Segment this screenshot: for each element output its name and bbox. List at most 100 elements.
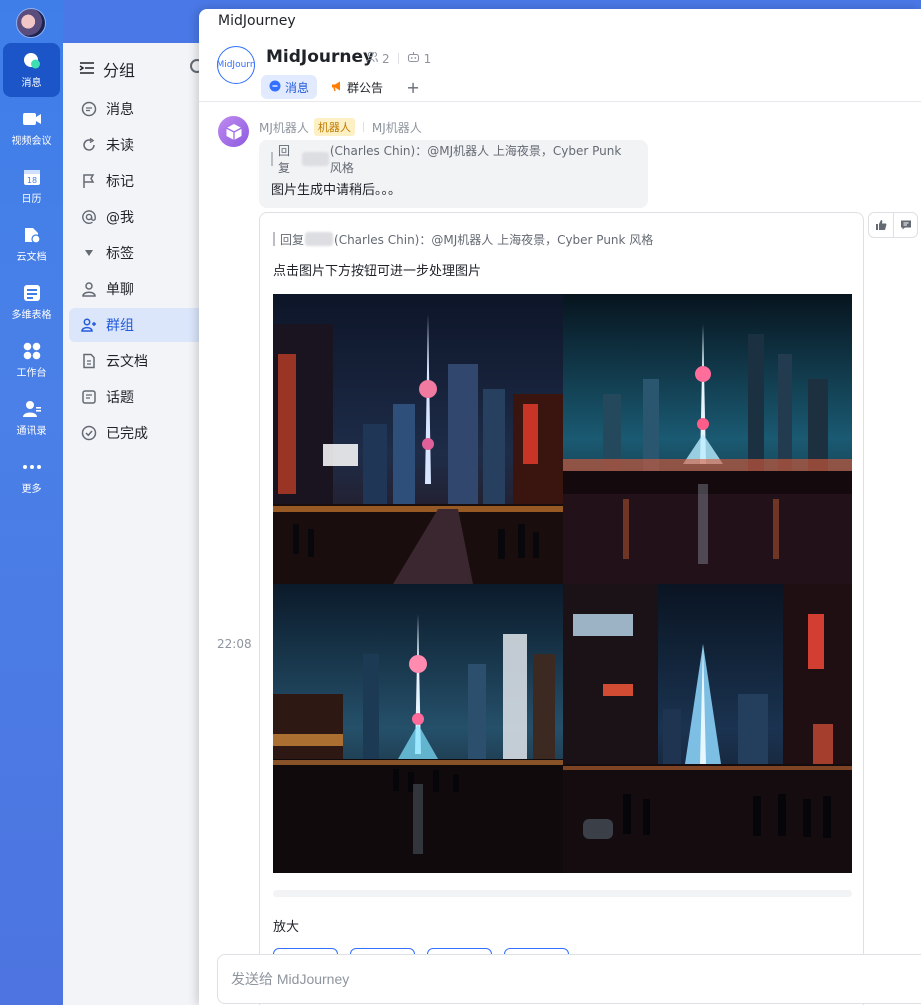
quote-prefix: 回复 <box>280 232 305 247</box>
image-result-card[interactable]: 回复 (Charles Chin)：@MJ机器人 上海夜景，Cyber Punk… <box>259 212 864 1005</box>
rail-item-contacts[interactable]: 通讯录 <box>3 391 60 445</box>
header-divider <box>199 101 921 102</box>
rail-item-calendar[interactable]: 18 日历 <box>3 159 60 213</box>
refresh-icon <box>81 137 97 153</box>
collapse-icon[interactable] <box>79 60 95 79</box>
workspace-icon <box>22 341 42 361</box>
flag-icon <box>81 173 97 189</box>
at-icon <box>81 209 97 225</box>
rail-label: 消息 <box>21 78 42 89</box>
sidebar-item-label: 标签 <box>106 246 134 262</box>
quote-prefix: 回复 <box>278 144 291 175</box>
megaphone-icon <box>331 80 343 95</box>
sidebar-item-label: 已完成 <box>106 426 148 442</box>
sidebar-item-flagged[interactable]: 标记 <box>69 164 203 198</box>
contacts-icon <box>22 399 42 419</box>
generated-image-4[interactable] <box>563 584 852 873</box>
bot-avatar[interactable] <box>218 116 249 147</box>
sidebar-item-label: 云文档 <box>106 354 148 370</box>
message-bubble[interactable]: 回复 (Charles Chin)：@MJ机器人 上海夜景，Cyber Punk… <box>259 140 648 208</box>
meta-divider <box>397 53 399 64</box>
group-avatar[interactable]: MidJourn <box>216 46 256 84</box>
sidebar-item-cloud-docs[interactable]: 云文档 <box>69 344 203 378</box>
sidebar-item-topics[interactable]: 话题 <box>69 380 203 414</box>
members-icon <box>366 51 378 66</box>
bot-count[interactable]: 1 <box>424 52 432 66</box>
sender-group: MJ机器人 <box>371 120 422 135</box>
calendar-icon: 18 <box>22 167 42 187</box>
thumbs-up-icon[interactable] <box>869 213 893 237</box>
person-icon <box>81 281 97 297</box>
chat-title[interactable]: MidJourney <box>266 47 374 67</box>
check-circle-icon <box>81 425 97 441</box>
reply-icon[interactable] <box>893 213 917 237</box>
rail-label: 视频会议 <box>11 136 52 147</box>
tab-announcement[interactable]: 群公告 <box>323 75 391 99</box>
rail-item-workspace[interactable]: 工作台 <box>3 333 60 387</box>
svg-text:18: 18 <box>26 176 36 185</box>
rail-item-messages[interactable]: 消息 <box>3 43 60 97</box>
sidebar-item-groups[interactable]: 群组 <box>69 308 203 342</box>
more-icon <box>22 457 42 477</box>
message-text: 图片生成中请稍后。。。 <box>271 183 402 198</box>
group-sidebar: 分组 消息 未读 标记 @我 标签 单聊 群组 云文档 话题 已完成 <box>63 43 204 1005</box>
quote-text: (Charles Chin)：@MJ机器人 上海夜景，Cyber Punk 风格 <box>329 144 622 175</box>
rail-label: 通讯录 <box>16 426 47 437</box>
chat-bubble-icon <box>22 51 42 71</box>
caret-down-icon <box>81 245 97 261</box>
sidebar-item-label: 未读 <box>106 138 134 154</box>
sidebar-item-label: 群组 <box>106 318 134 334</box>
rail-item-video[interactable]: 视频会议 <box>3 101 60 155</box>
table-icon <box>22 283 42 303</box>
rail-item-cloud-doc[interactable]: 云文档 <box>3 217 60 271</box>
image-divider-strip <box>273 890 852 897</box>
message-text: 点击图片下方按钮可进一步处理图片 <box>273 264 482 279</box>
group-icon <box>81 317 97 333</box>
sender-name[interactable]: MJ机器人 <box>259 119 309 136</box>
message-actions <box>868 212 918 238</box>
sidebar-item-mentions[interactable]: @我 <box>69 200 203 234</box>
member-count[interactable]: 2 <box>382 52 390 66</box>
rail-item-table[interactable]: 多维表格 <box>3 275 60 329</box>
app-rail: 消息 视频会议 18 日历 云文档 多维表格 工作台 通讯录 更多 <box>0 0 63 1005</box>
tab-label: 群公告 <box>347 80 384 95</box>
rail-label: 云文档 <box>16 252 47 263</box>
sender-divider <box>362 122 364 132</box>
chat-meta: 2 1 <box>366 51 431 66</box>
sidebar-title: 分组 <box>103 61 136 80</box>
rail-label: 多维表格 <box>11 310 52 321</box>
document-icon <box>81 353 97 369</box>
message-input[interactable] <box>218 955 921 1003</box>
chat-icon <box>81 101 97 117</box>
video-icon <box>22 109 42 129</box>
sidebar-item-label: 话题 <box>106 390 134 406</box>
sidebar-item-unread[interactable]: 未读 <box>69 128 203 162</box>
reply-quote[interactable]: 回复 (Charles Chin)：@MJ机器人 上海夜景，Cyber Punk… <box>273 232 654 247</box>
generated-image-2[interactable] <box>563 294 852 584</box>
bot-icon <box>407 51 420 66</box>
sidebar-item-tags[interactable]: 标签 <box>69 236 203 270</box>
sidebar-item-label: 单聊 <box>106 282 134 298</box>
sidebar-item-label: 消息 <box>106 102 134 118</box>
generated-image-3[interactable] <box>273 584 563 873</box>
reply-quote[interactable]: 回复 (Charles Chin)：@MJ机器人 上海夜景，Cyber Punk… <box>271 144 636 175</box>
message-composer[interactable] <box>217 954 921 1004</box>
tab-messages[interactable]: 消息 <box>261 75 318 99</box>
chat-tabs: 消息 群公告 + <box>261 75 423 99</box>
sidebar-item-direct[interactable]: 单聊 <box>69 272 203 306</box>
sidebar-item-done[interactable]: 已完成 <box>69 416 203 450</box>
sender-line: MJ机器人 机器人 MJ机器人 <box>259 118 422 136</box>
redacted-name <box>305 232 334 246</box>
chat-window: MidJourney MidJourn MidJourney 2 1 消息 群公… <box>199 9 921 1005</box>
generated-image-1[interactable] <box>273 294 563 584</box>
user-avatar[interactable] <box>16 8 46 38</box>
sidebar-item-messages[interactable]: 消息 <box>69 92 203 126</box>
redacted-name <box>302 152 329 166</box>
generated-image-grid[interactable] <box>273 294 852 873</box>
quote-text: (Charles Chin)：@MJ机器人 上海夜景，Cyber Punk 风格 <box>334 232 654 247</box>
sidebar-item-label: 标记 <box>106 174 134 190</box>
add-tab-button[interactable]: + <box>403 77 423 97</box>
message-tab-icon <box>269 80 281 95</box>
rail-item-more[interactable]: 更多 <box>3 449 60 503</box>
tab-label: 消息 <box>285 80 310 95</box>
